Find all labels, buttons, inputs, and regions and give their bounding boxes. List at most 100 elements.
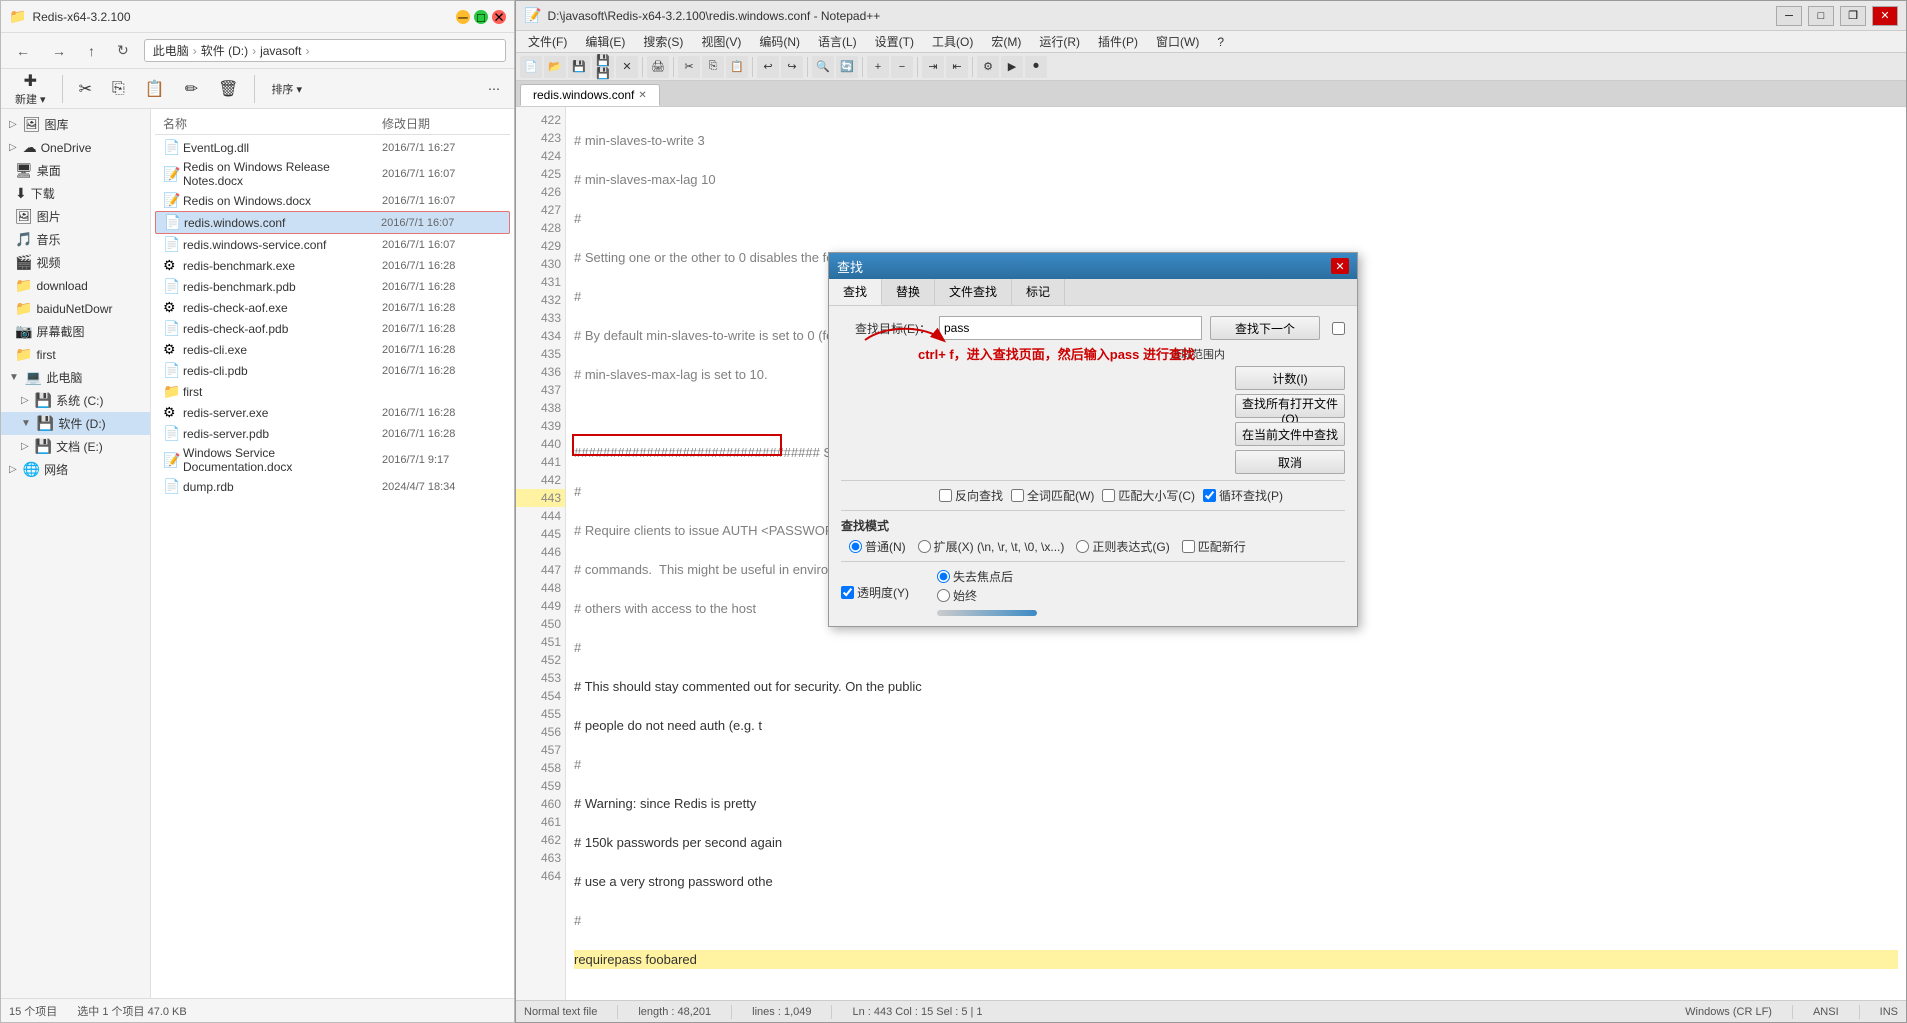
tb-macro1[interactable]: ⚙ <box>977 56 999 78</box>
sidebar-item-first[interactable]: 📁 first <box>1 343 150 366</box>
tb-replace[interactable]: 🔄 <box>836 56 858 78</box>
find-newline-cb[interactable]: 匹配新行 <box>1182 538 1246 555</box>
column-date[interactable]: 修改日期 <box>382 115 502 132</box>
notepad-minimize-btn[interactable]: ─ <box>1776 6 1802 26</box>
file-row-windows-docx[interactable]: 📝 Redis on Windows.docx 2016/7/1 16:07 <box>155 190 510 211</box>
tb-new[interactable]: 📄 <box>520 56 542 78</box>
tb-zoom-in[interactable]: + <box>867 56 889 78</box>
tab-conf-close[interactable]: ✕ <box>638 90 646 101</box>
transparency-slider[interactable] <box>937 610 1037 616</box>
file-row-server-pdb[interactable]: 📄 redis-server.pdb 2016/7/1 16:28 <box>155 423 510 444</box>
file-row-release-notes[interactable]: 📝 Redis on Windows Release Notes.docx 20… <box>155 158 510 190</box>
find-cancel-btn[interactable]: 取消 <box>1235 450 1345 474</box>
tb-close[interactable]: ✕ <box>616 56 638 78</box>
tb-undo[interactable]: ↩ <box>757 56 779 78</box>
back-btn[interactable]: ← <box>9 39 37 63</box>
find-in-current-btn[interactable]: 在当前文件中查找 <box>1235 422 1345 446</box>
sidebar-item-desktop[interactable]: 🖥 桌面 <box>1 159 150 182</box>
find-radio-lose-focus[interactable]: 失去焦点后 <box>937 568 1037 585</box>
sidebar-item-onedrive[interactable]: ▷ ☁ OneDrive <box>1 136 150 159</box>
file-row-wsdoc[interactable]: 📝 Windows Service Documentation.docx 201… <box>155 444 510 476</box>
tb-save-all[interactable]: 💾💾 <box>592 56 614 78</box>
copy-btn[interactable]: ⎘ <box>106 78 131 100</box>
sidebar-item-baidu[interactable]: 📁 baiduNetDowr <box>1 297 150 320</box>
tb-macro3[interactable]: ⏺ <box>1025 56 1047 78</box>
find-next-btn[interactable]: 查找下一个 <box>1210 316 1320 340</box>
menu-settings[interactable]: 设置(T) <box>867 31 922 52</box>
file-row-benchmark-exe[interactable]: ⚙ redis-benchmark.exe 2016/7/1 16:28 <box>155 255 510 276</box>
find-wrap-cb[interactable]: 循环查找(P) <box>1203 487 1283 504</box>
sidebar-item-c[interactable]: ▷ 💾 系统 (C:) <box>1 389 150 412</box>
tb-save[interactable]: 💾 <box>568 56 590 78</box>
find-match-case-input[interactable] <box>1102 489 1115 502</box>
menu-edit[interactable]: 编辑(E) <box>577 31 633 52</box>
tab-conf[interactable]: redis.windows.conf ✕ <box>520 84 660 106</box>
tb-redo[interactable]: ↪ <box>781 56 803 78</box>
tb-paste[interactable]: 📋 <box>726 56 748 78</box>
paste-btn[interactable]: 📋 <box>139 77 171 101</box>
tb-outdent[interactable]: ⇤ <box>946 56 968 78</box>
find-close-btn[interactable]: ✕ <box>1331 258 1349 274</box>
new-btn[interactable]: ✚ 新建 ▾ <box>9 69 52 109</box>
tb-indent[interactable]: ⇥ <box>922 56 944 78</box>
menu-run[interactable]: 运行(R) <box>1031 31 1088 52</box>
file-row-first[interactable]: 📁 first <box>155 381 510 402</box>
notepad-restore-btn[interactable]: ❐ <box>1840 6 1866 26</box>
tb-copy[interactable]: ⎘ <box>702 56 724 78</box>
find-radio-regex-input[interactable] <box>1076 540 1089 553</box>
sidebar-item-download[interactable]: ⬇ 下载 <box>1 182 150 205</box>
address-bar[interactable]: 此电脑 › 软件 (D:) › javasoft › <box>144 39 506 62</box>
menu-window[interactable]: 窗口(W) <box>1148 31 1207 52</box>
sidebar-item-d[interactable]: ▼ 💾 软件 (D:) <box>1 412 150 435</box>
notepad-close-btn[interactable]: ✕ <box>1872 6 1898 26</box>
column-name[interactable]: 名称 <box>163 115 382 132</box>
find-radio-normal-input[interactable] <box>849 540 862 553</box>
menu-view[interactable]: 视图(V) <box>693 31 749 52</box>
file-row-cli-exe[interactable]: ⚙ redis-cli.exe 2016/7/1 16:28 <box>155 339 510 360</box>
explorer-close-btn[interactable]: ✕ <box>492 10 506 24</box>
sidebar-item-pictures[interactable]: 🖼 图片 <box>1 205 150 228</box>
file-row-check-aof-exe[interactable]: ⚙ redis-check-aof.exe 2016/7/1 16:28 <box>155 297 510 318</box>
find-transparency-cb[interactable]: 透明度(Y) <box>841 584 909 601</box>
file-row-dump[interactable]: 📄 dump.rdb 2024/4/7 18:34 <box>155 476 510 497</box>
tb-print[interactable]: 🖨 <box>647 56 669 78</box>
find-reverse-cb[interactable]: 反向查找 <box>939 487 1003 504</box>
menu-encoding[interactable]: 编码(N) <box>751 31 808 52</box>
menu-help[interactable]: ? <box>1209 33 1232 51</box>
find-scope-checkbox[interactable] <box>1332 322 1345 335</box>
find-radio-extended[interactable]: 扩展(X) (\n, \r, \t, \0, \x...) <box>918 538 1065 555</box>
menu-language[interactable]: 语言(L) <box>810 31 865 52</box>
notepad-maximize-btn[interactable]: □ <box>1808 6 1834 26</box>
file-row-conf[interactable]: 📄 redis.windows.conf 2016/7/1 16:07 <box>155 211 510 234</box>
find-radio-normal[interactable]: 普通(N) <box>849 538 906 555</box>
more-btn[interactable]: ⋯ <box>482 80 506 98</box>
sidebar-item-video[interactable]: 🎬 视频 <box>1 251 150 274</box>
find-tab-in-files[interactable]: 文件查找 <box>935 279 1012 305</box>
file-row-cli-pdb[interactable]: 📄 redis-cli.pdb 2016/7/1 16:28 <box>155 360 510 381</box>
find-whole-word-input[interactable] <box>1011 489 1024 502</box>
menu-macro[interactable]: 宏(M) <box>983 31 1029 52</box>
refresh-btn[interactable]: ↻ <box>110 38 136 63</box>
find-radio-extended-input[interactable] <box>918 540 931 553</box>
forward-btn[interactable]: → <box>45 39 73 63</box>
tb-open[interactable]: 📂 <box>544 56 566 78</box>
delete-btn[interactable]: 🗑 <box>212 77 244 101</box>
sidebar-item-network[interactable]: ▷ 🌐 网络 <box>1 458 150 481</box>
find-tab-find[interactable]: 查找 <box>829 279 882 305</box>
find-newline-input[interactable] <box>1182 540 1195 553</box>
find-wrap-input[interactable] <box>1203 489 1216 502</box>
file-row-eventlog[interactable]: 📄 EventLog.dll 2016/7/1 16:27 <box>155 137 510 158</box>
find-whole-word-cb[interactable]: 全词匹配(W) <box>1011 487 1094 504</box>
sidebar-item-thispc[interactable]: ▼ 💻 此电脑 <box>1 366 150 389</box>
sidebar-item-music[interactable]: 🎵 音乐 <box>1 228 150 251</box>
sort-btn[interactable]: 排序 ▾ <box>265 79 308 99</box>
find-count-btn[interactable]: 计数(I) <box>1235 366 1345 390</box>
menu-search[interactable]: 搜索(S) <box>635 31 691 52</box>
tb-cut[interactable]: ✂ <box>678 56 700 78</box>
sidebar-item-screenshots[interactable]: 📷 屏幕截图 <box>1 320 150 343</box>
file-row-check-aof-pdb[interactable]: 📄 redis-check-aof.pdb 2016/7/1 16:28 <box>155 318 510 339</box>
find-radio-always[interactable]: 始终 <box>937 587 1037 604</box>
file-row-benchmark-pdb[interactable]: 📄 redis-benchmark.pdb 2016/7/1 16:28 <box>155 276 510 297</box>
cut-btn[interactable]: ✂ <box>73 77 98 101</box>
file-row-server-exe[interactable]: ⚙ redis-server.exe 2016/7/1 16:28 <box>155 402 510 423</box>
